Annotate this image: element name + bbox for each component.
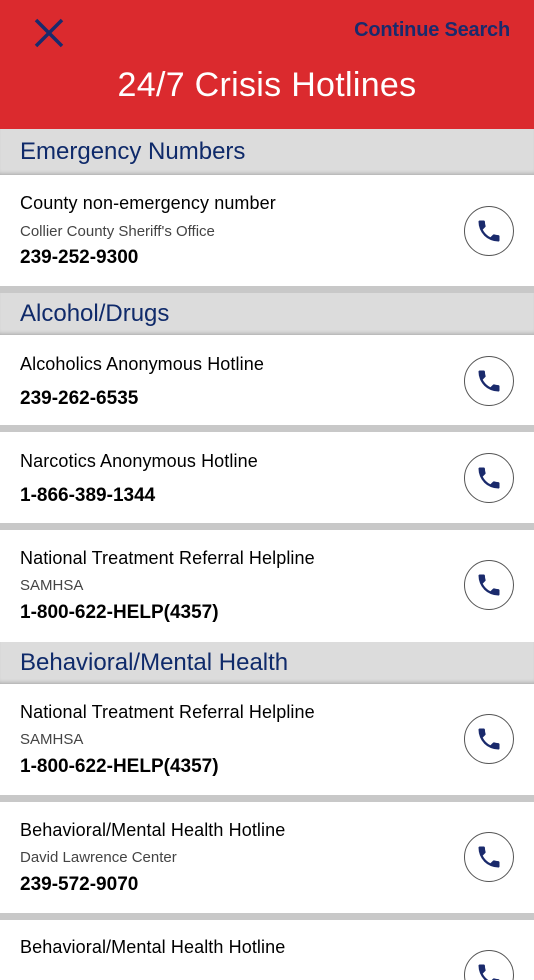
page-title: 24/7 Crisis Hotlines [117,66,417,104]
hotline-organization: David Lawrence Center [20,849,177,866]
list-item: National Treatment Referral Helpline SAM… [0,530,534,642]
call-button[interactable] [464,453,514,503]
phone-icon [478,467,500,489]
phone-icon [478,370,500,392]
call-button[interactable] [464,206,514,256]
hotline-title: National Treatment Referral Helpline [20,702,315,722]
hotline-phone: 239-262-6535 [20,388,139,409]
call-button[interactable] [464,356,514,406]
list-item: County non-emergency number Collier Coun… [0,175,534,293]
call-button[interactable] [464,832,514,882]
hotline-title: National Treatment Referral Helpline [20,548,315,568]
phone-icon [478,846,500,868]
hotline-phone: 239-252-9300 [20,247,139,268]
section-header-emergency: Emergency Numbers [0,129,534,175]
list-item: National Treatment Referral Helpline SAM… [0,684,534,802]
call-button[interactable] [464,950,514,980]
list-item: Narcotics Anonymous Hotline 1-866-389-13… [0,432,534,530]
continue-search-button[interactable]: Continue Search [354,19,510,42]
hotline-title: County non-emergency number [20,193,276,213]
section-header-behavioral-health: Behavioral/Mental Health [0,642,534,684]
phone-icon [478,964,500,980]
hotline-title: Narcotics Anonymous Hotline [20,451,258,471]
close-button[interactable] [30,14,68,52]
hotline-title: Behavioral/Mental Health Hotline [20,820,286,840]
hotline-title: Alcoholics Anonymous Hotline [20,354,264,374]
hotline-phone: 1-800-622-HELP(4357) [20,756,219,777]
call-button[interactable] [464,560,514,610]
section-header-alcohol-drugs: Alcohol/Drugs [0,293,534,335]
phone-icon [478,220,500,242]
list-item: Behavioral/Mental Health Hotline David L… [0,802,534,920]
app-header: Continue Search 24/7 Crisis Hotlines [0,0,534,129]
phone-icon [478,728,500,750]
list-item: Alcoholics Anonymous Hotline 239-262-653… [0,335,534,432]
hotline-organization: Collier County Sheriff's Office [20,223,215,240]
hotline-organization: SAMHSA [20,731,84,748]
call-button[interactable] [464,714,514,764]
hotline-phone: 1-800-622-HELP(4357) [20,602,219,623]
hotline-phone: 1-866-389-1344 [20,485,156,506]
phone-icon [478,574,500,596]
close-icon [34,18,64,48]
hotline-phone: 239-572-9070 [20,874,139,895]
hotline-title: Behavioral/Mental Health Hotline [20,937,286,957]
hotline-organization: SAMHSA [20,577,84,594]
list-item: Behavioral/Mental Health Hotline [0,920,534,980]
